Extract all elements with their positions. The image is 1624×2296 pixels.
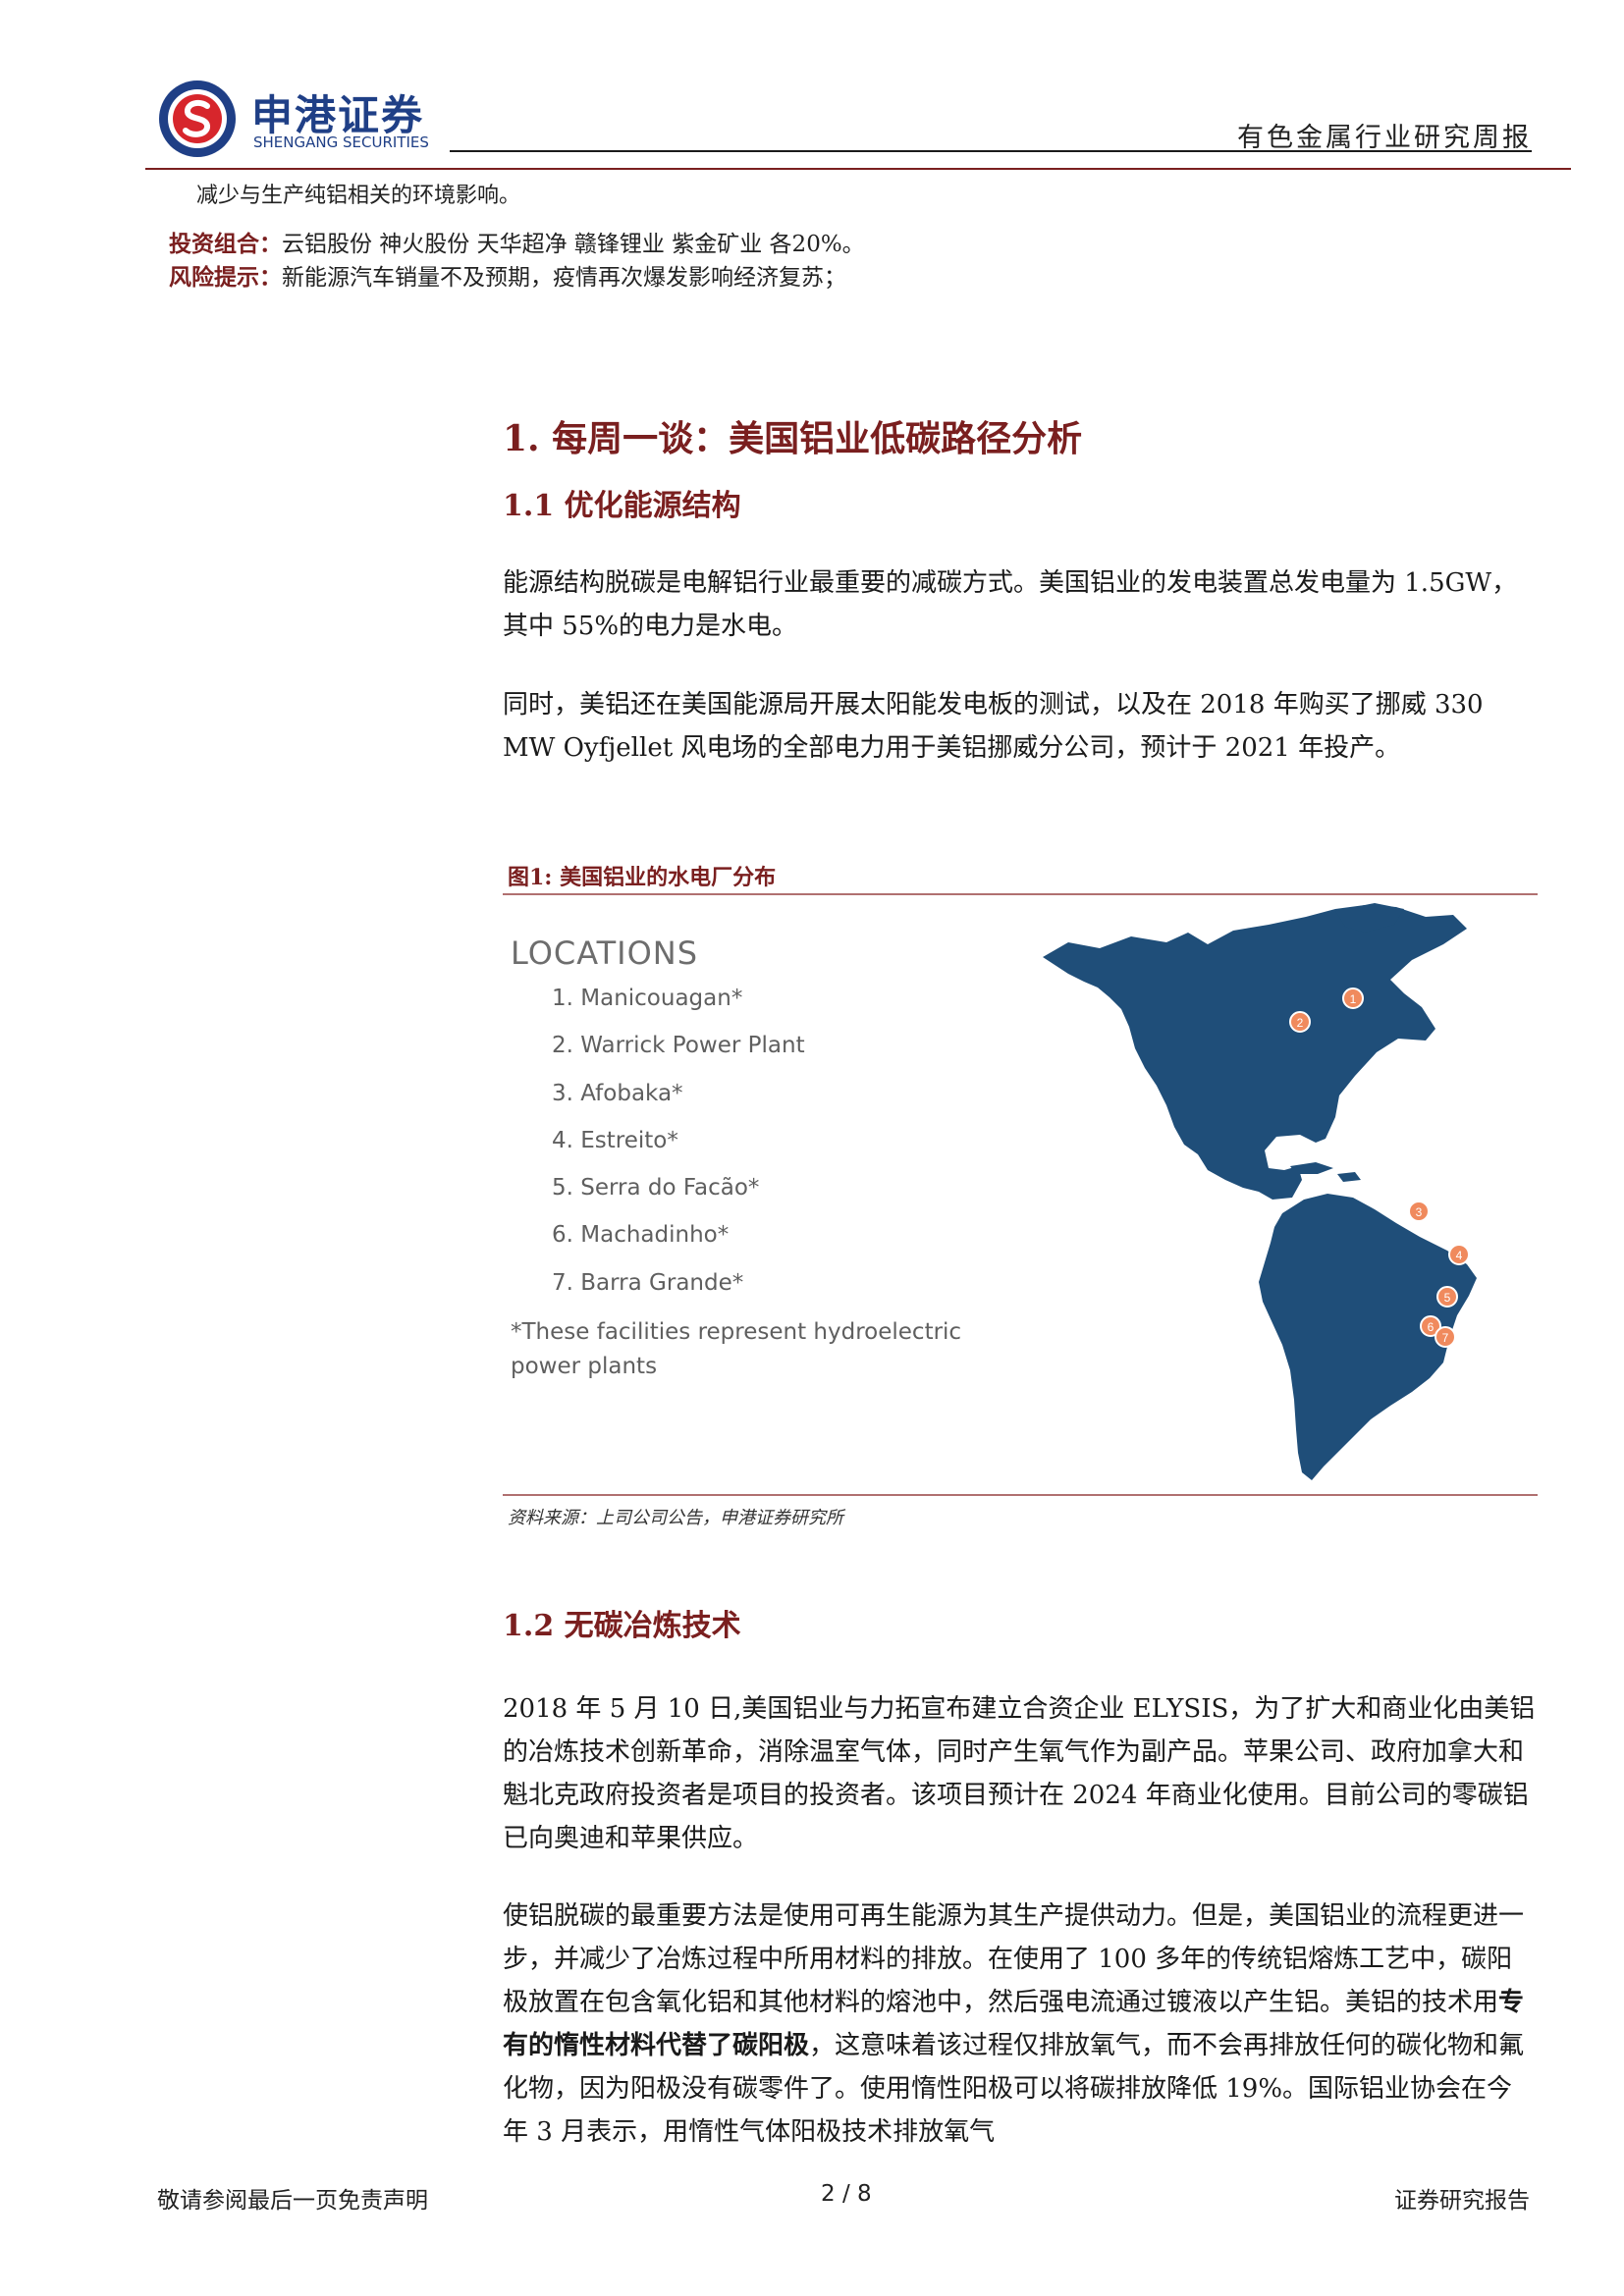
footer-disclaimer: 敬请参阅最后一页免责声明 — [157, 2188, 428, 2214]
map-marker: 1 — [1342, 988, 1364, 1009]
report-type-title: 有色金属行业研究周报 — [1237, 123, 1532, 153]
location-item: 4. Estreito* — [552, 1127, 678, 1153]
page-number: 2 / 8 — [821, 2181, 872, 2207]
section-heading: 1. 每周一谈：美国铝业低碳路径分析 — [503, 418, 1083, 459]
locations-footnote: *These facilities represent hydroelectri… — [511, 1319, 962, 1379]
location-item: 3. Afobaka* — [552, 1080, 683, 1106]
paragraph-solar-wind: 同时，美铝还在美国能源局开展太阳能发电板的测试，以及在 2018 年购买了挪威 … — [503, 683, 1536, 770]
location-item: 6. Machadinho* — [552, 1222, 730, 1249]
map-marker: 7 — [1435, 1326, 1456, 1348]
portfolio-row: 投资组合：云铝股份 神火股份 天华超净 赣锋锂业 紫金矿业 各20%。 — [169, 225, 865, 258]
subsection-heading-smelting: 1.2 无碳冶炼技术 — [503, 1609, 741, 1643]
risk-row: 风险提示：新能源汽车销量不及预期，疫情再次爆发影响经济复苏； — [169, 258, 846, 292]
north-america-landmass — [1043, 905, 1467, 1200]
location-item: 1. Manicouagan* — [552, 986, 743, 1011]
risk-text: 新能源汽车销量不及预期，疫情再次爆发影响经济复苏； — [282, 265, 846, 291]
map-marker: 4 — [1448, 1244, 1470, 1265]
header-accent-divider — [145, 168, 1571, 170]
caribbean-island — [1337, 1172, 1361, 1182]
paragraph-text: 使铝脱碳的最重要方法是使用可再生能源为其生产提供动力。但是，美国铝业的流程更进一… — [503, 1895, 1536, 2154]
risk-label: 风险提示： — [169, 264, 282, 291]
paragraph-inert-anode: 使铝脱碳的最重要方法是使用可再生能源为其生产提供动力。但是，美国铝业的流程更进一… — [503, 1895, 1536, 2154]
subsection-heading-energy: 1.1 优化能源结构 — [503, 489, 741, 523]
paragraph-text-part: 使铝脱碳的最重要方法是使用可再生能源为其生产提供动力。但是，美国铝业的流程更进一… — [503, 1901, 1525, 2017]
svg-text:6: 6 — [1428, 1320, 1435, 1334]
brand-logo-icon — [159, 80, 236, 157]
svg-text:7: 7 — [1442, 1331, 1449, 1345]
svg-text:5: 5 — [1444, 1291, 1451, 1305]
locations-heading: LOCATIONS — [511, 934, 699, 972]
svg-text:2: 2 — [1297, 1016, 1304, 1030]
svg-text:4: 4 — [1456, 1249, 1463, 1262]
map-marker: 2 — [1289, 1011, 1311, 1033]
americas-map: 1 2 3 4 5 6 7 — [1043, 903, 1477, 1480]
figure-top-rule — [503, 893, 1538, 895]
paragraph-text: 2018 年 5 月 10 日,美国铝业与力拓宣布建立合资企业 ELYSIS，为… — [503, 1694, 1536, 1853]
header-divider — [450, 150, 1532, 152]
figure-bottom-rule — [503, 1494, 1538, 1496]
location-item: 2. Warrick Power Plant — [552, 1033, 805, 1059]
figure-caption: 图1: 美国铝业的水电厂分布 — [508, 865, 777, 890]
brand-name-en: SHENGANG SECURITIES — [253, 133, 429, 151]
map-marker: 5 — [1436, 1286, 1458, 1308]
svg-text:3: 3 — [1416, 1205, 1423, 1219]
portfolio-text: 云铝股份 神火股份 天华超净 赣锋锂业 紫金矿业 各20%。 — [282, 232, 865, 257]
footer-doc-type: 证券研究报告 — [1394, 2188, 1530, 2214]
paragraph-energy-structure: 能源结构脱碳是电解铝行业最重要的减碳方式。美国铝业的发电装置总发电量为 1.5G… — [503, 561, 1536, 648]
map-marker: 3 — [1408, 1201, 1430, 1222]
caribbean-island — [1290, 1162, 1333, 1174]
portfolio-label: 投资组合： — [169, 231, 282, 257]
locations-list: 1. Manicouagan* 2. Warrick Power Plant 3… — [552, 984, 805, 1315]
paragraph-text: 能源结构脱碳是电解铝行业最重要的减碳方式。美国铝业的发电装置总发电量为 1.5G… — [503, 568, 1518, 641]
svg-text:1: 1 — [1350, 992, 1357, 1006]
paragraph-text: 同时，美铝还在美国能源局开展太阳能发电板的测试，以及在 2018 年购买了挪威 … — [503, 690, 1484, 763]
location-item: 5. Serra do Facão* — [552, 1175, 760, 1201]
location-item: 7. Barra Grande* — [552, 1269, 744, 1296]
figure-source: 资料来源：上司公司公告，申港证券研究所 — [508, 1508, 843, 1528]
paragraph-elysis: 2018 年 5 月 10 日,美国铝业与力拓宣布建立合资企业 ELYSIS，为… — [503, 1687, 1536, 1860]
summary-carry-over-text: 减少与生产纯铝相关的环境影响。 — [196, 184, 521, 208]
